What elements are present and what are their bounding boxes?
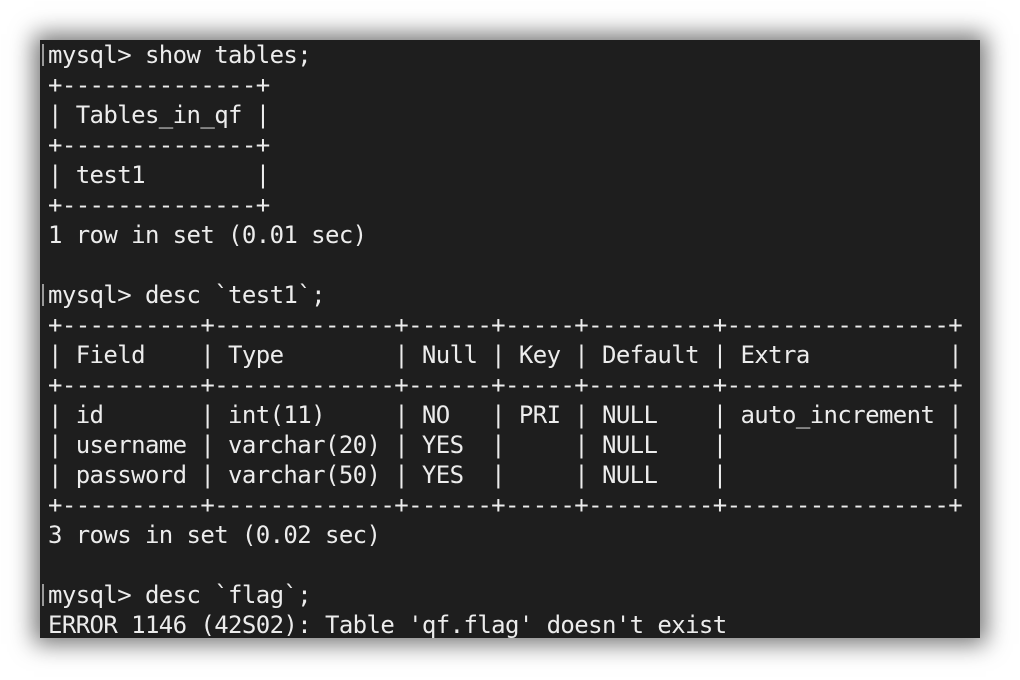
output-text: 1 row in set (0.01 sec) (48, 221, 367, 249)
command-text: mysql> desc `test1`; (48, 281, 326, 309)
line-marker (42, 584, 44, 606)
output-text: | test1 | (48, 161, 270, 189)
output-line: ERROR 1146 (42S02): Table 'qf.flag' does… (48, 610, 962, 638)
output-line: +----------+-------------+------+-----+-… (48, 370, 963, 400)
output-text: ERROR 1146 (42S02): Table 'qf.flag' does… (48, 611, 727, 638)
output-line: +--------------+ (48, 70, 962, 100)
output-line: +----------+-------------+------+-----+-… (48, 490, 963, 520)
command-text: mysql> desc `flag`; (48, 581, 312, 609)
prompt-line: mysql> desc `test1`; (42, 280, 962, 310)
output-line: | test1 | (48, 160, 962, 190)
prompt-line: mysql> desc `flag`; (42, 580, 962, 610)
output-line: | password | varchar(50) | YES | | NULL … (48, 460, 963, 490)
output-line: | id | int(11) | NO | PRI | NULL | auto_… (48, 400, 963, 430)
line-marker (42, 44, 44, 66)
output-line: 1 row in set (0.01 sec) (48, 220, 962, 250)
blank-line (48, 550, 962, 580)
output-text: | Field | Type | Null | Key | Default | … (48, 341, 963, 369)
output-text: +----------+-------------+------+-----+-… (48, 371, 963, 399)
output-text: | password | varchar(50) | YES | | NULL … (48, 461, 963, 489)
output-text: | username | varchar(20) | YES | | NULL … (48, 431, 963, 459)
output-line: | Field | Type | Null | Key | Default | … (48, 340, 963, 370)
output-text: +----------+-------------+------+-----+-… (48, 311, 963, 339)
output-text: | Tables_in_qf | (48, 101, 270, 129)
output-line: 3 rows in set (0.02 sec) (48, 520, 962, 550)
output-text: | id | int(11) | NO | PRI | NULL | auto_… (48, 401, 963, 429)
command-text: mysql> show tables; (48, 41, 312, 69)
output-line: +--------------+ (48, 190, 962, 220)
output-text: 3 rows in set (0.02 sec) (48, 521, 381, 549)
output-line: | username | varchar(20) | YES | | NULL … (48, 430, 963, 460)
output-line: +--------------+ (48, 130, 962, 160)
output-line: +----------+-------------+------+-----+-… (48, 310, 963, 340)
terminal-output: mysql> show tables; +--------------+ | Tab… (42, 40, 963, 638)
output-line: | Tables_in_qf | (48, 100, 962, 130)
prompt-line: mysql> show tables; (42, 40, 962, 70)
output-text: +--------------+ (48, 191, 270, 219)
output-text: +--------------+ (48, 71, 270, 99)
blank-line (48, 250, 962, 280)
line-marker (42, 284, 44, 306)
terminal-window[interactable]: mysql> show tables; +--------------+ | Tab… (40, 40, 980, 638)
output-text: +----------+-------------+------+-----+-… (48, 491, 963, 519)
output-text: +--------------+ (48, 131, 270, 159)
